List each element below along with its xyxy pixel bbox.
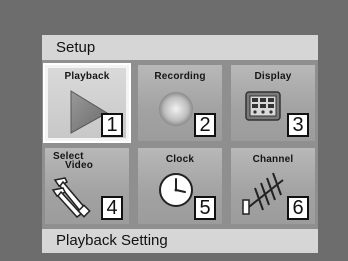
tile-label: Recording [154, 71, 206, 82]
tile-label: Select Video [45, 152, 137, 171]
tile-number: 6 [287, 196, 309, 220]
tile-channel[interactable]: Channel 6 [231, 148, 315, 224]
tile-playback[interactable]: Playback 1 [45, 65, 129, 141]
menu-grid: Playback 1 Recording 2 Display 3 Select … [42, 60, 318, 229]
setup-screen: Setup Playback 1 Recording 2 Display 3 S… [0, 0, 348, 261]
antenna-icon [242, 172, 284, 215]
status-bar: Playback Setting [42, 229, 318, 253]
tile-number: 1 [101, 113, 123, 137]
tile-label: Channel [252, 154, 294, 165]
tile-clock[interactable]: Clock 5 [138, 148, 222, 224]
clock-icon [159, 173, 193, 207]
tile-select-video[interactable]: Select Video 4 [45, 148, 129, 224]
tile-recording[interactable]: Recording 2 [138, 65, 222, 141]
tile-label-line2: Video [65, 160, 94, 171]
tile-number: 5 [194, 196, 216, 220]
av-cable-icon [51, 177, 91, 218]
record-circle-icon [159, 92, 193, 126]
tile-number: 3 [287, 113, 309, 137]
tile-number: 4 [101, 196, 123, 220]
tile-number: 2 [194, 113, 216, 137]
tile-label: Playback [64, 71, 110, 82]
display-keypad-icon [245, 91, 281, 121]
menu-title: Setup [42, 35, 318, 60]
tile-label: Clock [165, 154, 195, 165]
tile-display[interactable]: Display 3 [231, 65, 315, 141]
tile-label: Display [254, 71, 292, 82]
